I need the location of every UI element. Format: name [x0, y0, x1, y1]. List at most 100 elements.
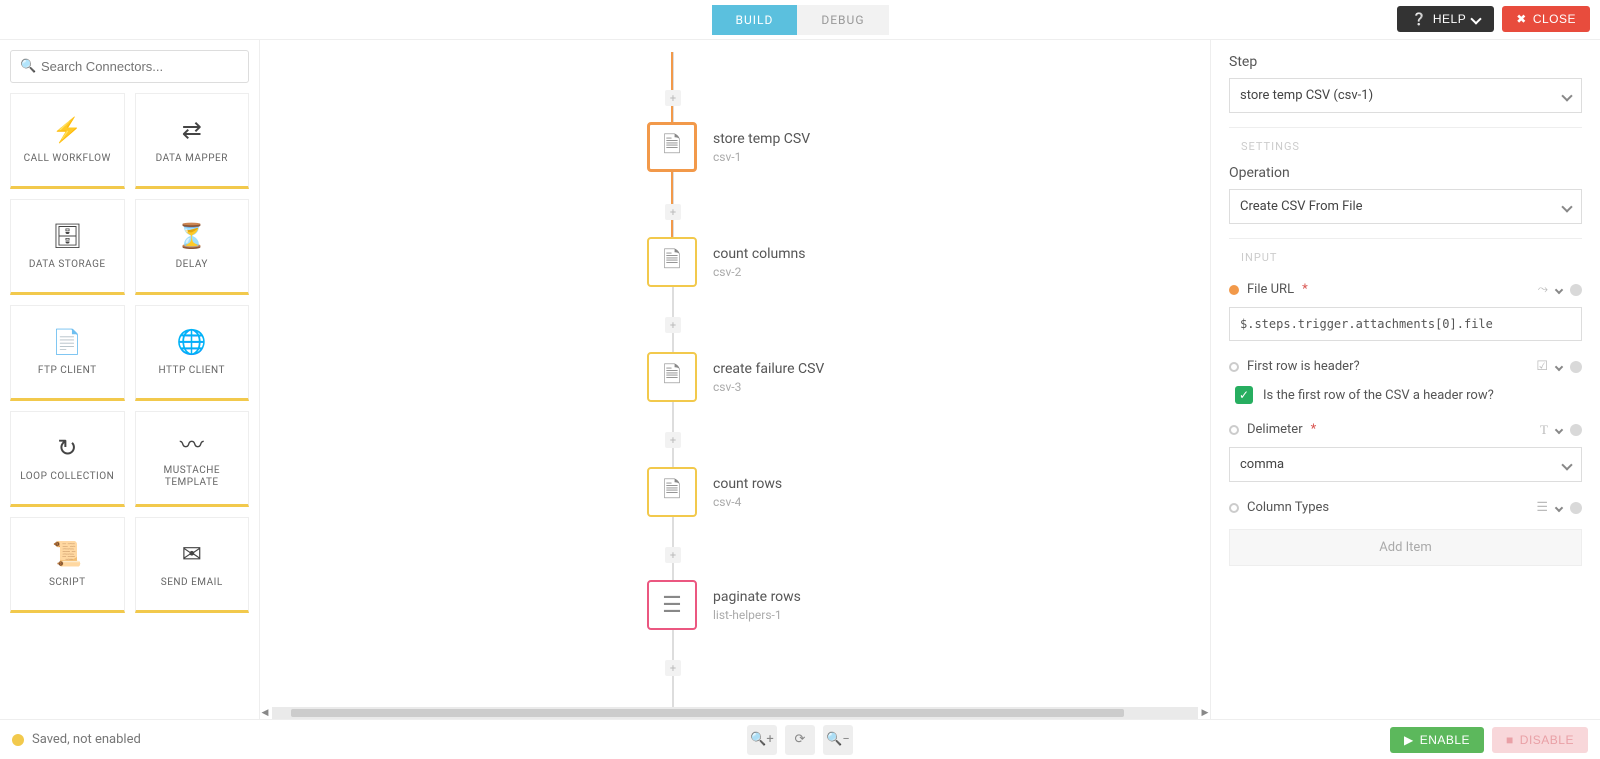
help-button[interactable]: ❔ HELP [1397, 6, 1494, 32]
node-title: count columns [713, 246, 805, 262]
flow-node[interactable]: ☰ paginate rows list-helpers-1 [647, 580, 801, 630]
connector-mustache-template[interactable]: 〰 MUSTACHE TEMPLATE [135, 411, 250, 507]
field-status-dot-icon[interactable] [1570, 502, 1582, 514]
connector-send-email[interactable]: ✉ SEND EMAIL [135, 517, 250, 613]
bottom-right-buttons: ▶ ENABLE ■ DISABLE [1390, 727, 1588, 753]
step-select[interactable]: store temp CSV (csv-1) [1229, 78, 1582, 113]
step-label: Step [1229, 54, 1582, 70]
tab-build[interactable]: BUILD [712, 5, 798, 35]
flow-node[interactable]: 🗎 count rows csv-4 [647, 467, 782, 517]
required-indicator-icon [1229, 285, 1239, 295]
field-status-dot-icon[interactable] [1570, 284, 1582, 296]
enable-button[interactable]: ▶ ENABLE [1390, 727, 1484, 753]
status-text: Saved, not enabled [32, 732, 141, 747]
refresh-button[interactable]: ⟳ [785, 725, 815, 755]
disable-button[interactable]: ■ DISABLE [1492, 727, 1588, 753]
connector-call-workflow[interactable]: ⚡ CALL WORKFLOW [10, 93, 125, 189]
connector-script[interactable]: 📜 SCRIPT [10, 517, 125, 613]
add-step-button[interactable]: + [665, 432, 681, 448]
connector-label: CALL WORKFLOW [24, 153, 111, 165]
connector-label: SCRIPT [49, 577, 86, 589]
field-first-row-head: First row is header? ☑ [1229, 359, 1582, 374]
database-icon: 🗄 [52, 221, 82, 251]
connector-http-client[interactable]: 🌐 HTTP CLIENT [135, 305, 250, 401]
canvas-inner[interactable]: + + + + + + 🗎 store temp CSV csv-1 🗎 cou… [272, 52, 1198, 707]
boolean-type-icon[interactable]: ☑ [1536, 359, 1548, 374]
connector-grid[interactable]: ⚡ CALL WORKFLOW ⇄ DATA MAPPER 🗄 DATA STO… [10, 93, 249, 613]
workflow-canvas[interactable]: + + + + + + 🗎 store temp CSV csv-1 🗎 cou… [260, 40, 1210, 719]
node-id: list-helpers-1 [713, 608, 801, 622]
mode-tabs: BUILD DEBUG [712, 5, 889, 35]
help-label: HELP [1433, 12, 1466, 26]
connectors-sidebar: 🔍 ⚡ CALL WORKFLOW ⇄ DATA MAPPER 🗄 DATA S… [0, 40, 260, 719]
first-row-checkbox[interactable]: ✓ [1235, 386, 1253, 404]
field-status-dot-icon[interactable] [1570, 361, 1582, 373]
delimiter-select[interactable]: comma [1229, 447, 1582, 482]
node-text: count rows csv-4 [713, 476, 782, 509]
zoom-out-button[interactable]: 🔍− [823, 725, 853, 755]
close-button[interactable]: ✖ CLOSE [1502, 6, 1590, 32]
optional-indicator-icon [1229, 362, 1239, 372]
connector-data-storage[interactable]: 🗄 DATA STORAGE [10, 199, 125, 295]
flow-node[interactable]: 🗎 store temp CSV csv-1 [647, 122, 810, 172]
scrollbar-thumb[interactable] [291, 709, 1124, 717]
close-icon: ✖ [1516, 12, 1527, 26]
disable-label: DISABLE [1520, 733, 1574, 747]
node-text: count columns csv-2 [713, 246, 805, 279]
field-file-url-head: File URL * ⤳ [1229, 282, 1582, 297]
chevron-down-icon[interactable] [1555, 362, 1563, 370]
add-step-button[interactable]: + [665, 317, 681, 333]
flow-node[interactable]: 🗎 count columns csv-2 [647, 237, 805, 287]
chevron-down-icon[interactable] [1555, 503, 1563, 511]
node-id: csv-4 [713, 495, 782, 509]
delimiter-value: comma [1240, 457, 1284, 472]
add-step-button[interactable]: + [665, 90, 681, 106]
list-node-icon: ☰ [647, 580, 697, 630]
field-status-dot-icon[interactable] [1570, 424, 1582, 436]
operation-label: Operation [1229, 165, 1582, 181]
connector-label: DELAY [176, 259, 208, 271]
field-label: First row is header? [1247, 359, 1360, 374]
list-type-icon[interactable]: ☰ [1536, 500, 1548, 515]
envelope-icon: ✉ [182, 539, 202, 569]
tab-debug[interactable]: DEBUG [797, 5, 888, 35]
settings-section-label: SETTINGS [1241, 140, 1582, 153]
connector-delay[interactable]: ⏳ DELAY [135, 199, 250, 295]
chevron-down-icon [1471, 13, 1482, 24]
field-column-types-head: Column Types ☰ [1229, 500, 1582, 515]
add-step-button[interactable]: + [665, 660, 681, 676]
chevron-down-icon [1561, 201, 1572, 212]
connector-loop-collection[interactable]: ↻ LOOP COLLECTION [10, 411, 125, 507]
status-bar: Saved, not enabled 🔍+ ⟳ 🔍− ▶ ENABLE ■ DI… [0, 719, 1600, 759]
csv-node-icon: 🗎 [647, 237, 697, 287]
horizontal-scrollbar[interactable] [272, 707, 1198, 719]
field-label: File URL [1247, 282, 1294, 297]
chevron-down-icon[interactable] [1555, 425, 1563, 433]
connector-label: DATA STORAGE [29, 259, 106, 271]
add-step-button[interactable]: + [665, 547, 681, 563]
node-title: count rows [713, 476, 782, 492]
search-input[interactable] [10, 50, 249, 83]
scroll-right-button[interactable]: ▶ [1200, 707, 1210, 719]
scroll-left-button[interactable]: ◀ [260, 707, 270, 719]
node-title: store temp CSV [713, 131, 810, 147]
flow-node[interactable]: 🗎 create failure CSV csv-3 [647, 352, 824, 402]
search-wrap: 🔍 [10, 50, 249, 83]
jsonpath-icon[interactable]: ⤳ [1538, 282, 1548, 297]
loop-icon: ↻ [57, 433, 77, 463]
chevron-down-icon [1561, 459, 1572, 470]
text-type-icon[interactable]: T [1540, 422, 1548, 438]
file-url-input[interactable] [1229, 307, 1582, 341]
add-step-button[interactable]: + [665, 204, 681, 220]
node-title: paginate rows [713, 589, 801, 605]
operation-value: Create CSV From File [1240, 199, 1363, 214]
connector-ftp-client[interactable]: 📄 FTP CLIENT [10, 305, 125, 401]
chevron-down-icon[interactable] [1555, 285, 1563, 293]
field-delimiter-head: Delimeter * T [1229, 422, 1582, 437]
zoom-in-button[interactable]: 🔍+ [747, 725, 777, 755]
add-item-button[interactable]: Add Item [1229, 529, 1582, 566]
node-id: csv-1 [713, 150, 810, 164]
connector-data-mapper[interactable]: ⇄ DATA MAPPER [135, 93, 250, 189]
operation-select[interactable]: Create CSV From File [1229, 189, 1582, 224]
chevron-down-icon [1561, 90, 1572, 101]
